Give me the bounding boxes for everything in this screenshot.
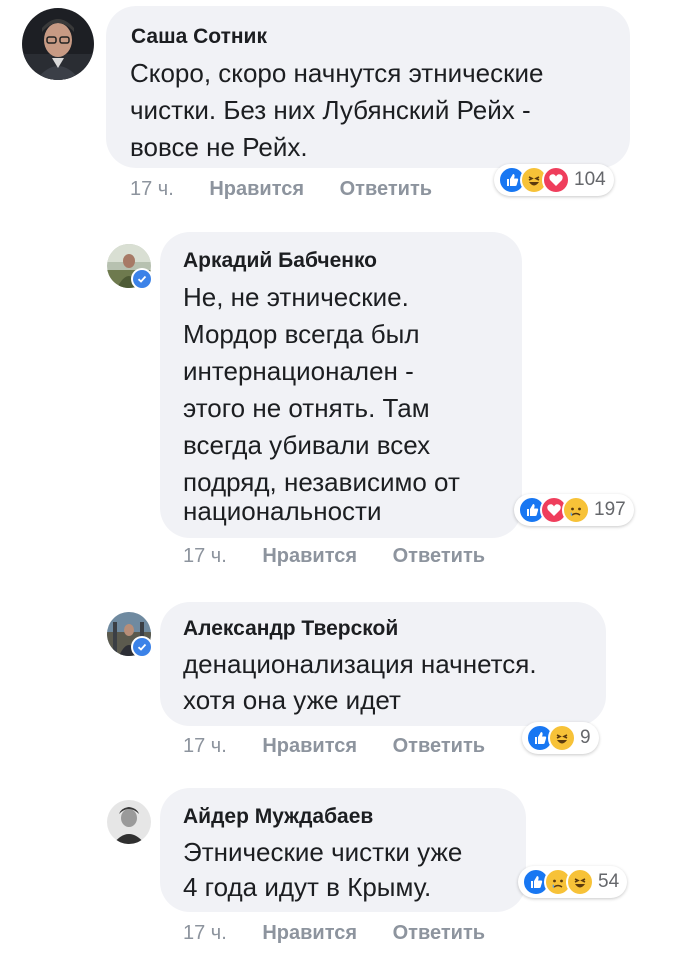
checkmark-icon xyxy=(137,643,147,651)
haha-reaction-icon xyxy=(566,868,594,896)
comment-time[interactable]: 17 ч. xyxy=(183,735,227,757)
comment-text-line: Мордор всегда был xyxy=(183,319,420,349)
comment-text-line: национальности xyxy=(183,496,382,526)
reaction-count: 9 xyxy=(580,727,591,748)
comment-time[interactable]: 17 ч. xyxy=(130,178,174,200)
love-reaction-icon xyxy=(542,166,570,194)
reaction-count: 104 xyxy=(574,169,606,190)
reactions-summary[interactable]: 197 xyxy=(514,494,634,526)
comment-author[interactable]: Саша Сотник xyxy=(131,25,267,49)
comment-text-line: интернационален - xyxy=(183,356,414,386)
comment-meta: 17 ч. Нравится Ответить xyxy=(130,178,432,201)
like-link[interactable]: Нравится xyxy=(262,545,357,567)
comment-text-line: всегда убивали всех xyxy=(183,430,431,460)
comment-author[interactable]: Александр Тверской xyxy=(183,617,398,641)
reactions-summary[interactable]: 54 xyxy=(518,866,628,898)
comment-text-line: Этнические чистки уже xyxy=(183,837,463,867)
verified-badge xyxy=(131,268,153,290)
sad-reaction-icon xyxy=(562,496,590,524)
comment-text-line: денационализация начнется. xyxy=(183,649,537,679)
comment-meta: 17 ч. Нравится Ответить xyxy=(183,922,485,945)
haha-reaction-icon xyxy=(548,724,576,752)
comment-text-line: Не, не этнические. xyxy=(183,282,409,312)
reply-link[interactable]: Ответить xyxy=(393,735,485,757)
reaction-count: 54 xyxy=(598,871,620,892)
comment-meta: 17 ч. Нравится Ответить xyxy=(183,735,485,758)
reply-link[interactable]: Ответить xyxy=(393,922,485,944)
comment-text-line: Скоро, скоро начнутся этнические xyxy=(130,58,544,88)
comment-text-line: вовсе не Рейх. xyxy=(130,132,308,162)
comment-text-line: 4 года идут в Крыму. xyxy=(183,872,432,902)
reactions-summary[interactable]: 104 xyxy=(494,164,614,196)
like-link[interactable]: Нравится xyxy=(209,178,304,200)
reply-link[interactable]: Ответить xyxy=(393,545,485,567)
comment-text-line: этого не отнять. Там xyxy=(183,393,430,423)
comment-author[interactable]: Аркадий Бабченко xyxy=(183,249,377,273)
comment-time[interactable]: 17 ч. xyxy=(183,922,227,944)
like-link[interactable]: Нравится xyxy=(262,735,357,757)
comment-author[interactable]: Айдер Муждабаев xyxy=(183,805,373,829)
reaction-count: 197 xyxy=(594,499,626,520)
comment-text-line: чистки. Без них Лубянский Рейх - xyxy=(130,95,531,125)
checkmark-icon xyxy=(137,275,147,283)
avatar[interactable] xyxy=(107,800,151,844)
like-link[interactable]: Нравится xyxy=(262,922,357,944)
verified-badge xyxy=(131,636,153,658)
comment-text-line: хотя она уже идет xyxy=(183,685,401,715)
reactions-summary[interactable]: 9 xyxy=(522,722,599,754)
reply-link[interactable]: Ответить xyxy=(340,178,432,200)
comment-time[interactable]: 17 ч. xyxy=(183,545,227,567)
avatar[interactable] xyxy=(22,8,94,80)
comment-meta: 17 ч. Нравится Ответить xyxy=(183,545,485,568)
